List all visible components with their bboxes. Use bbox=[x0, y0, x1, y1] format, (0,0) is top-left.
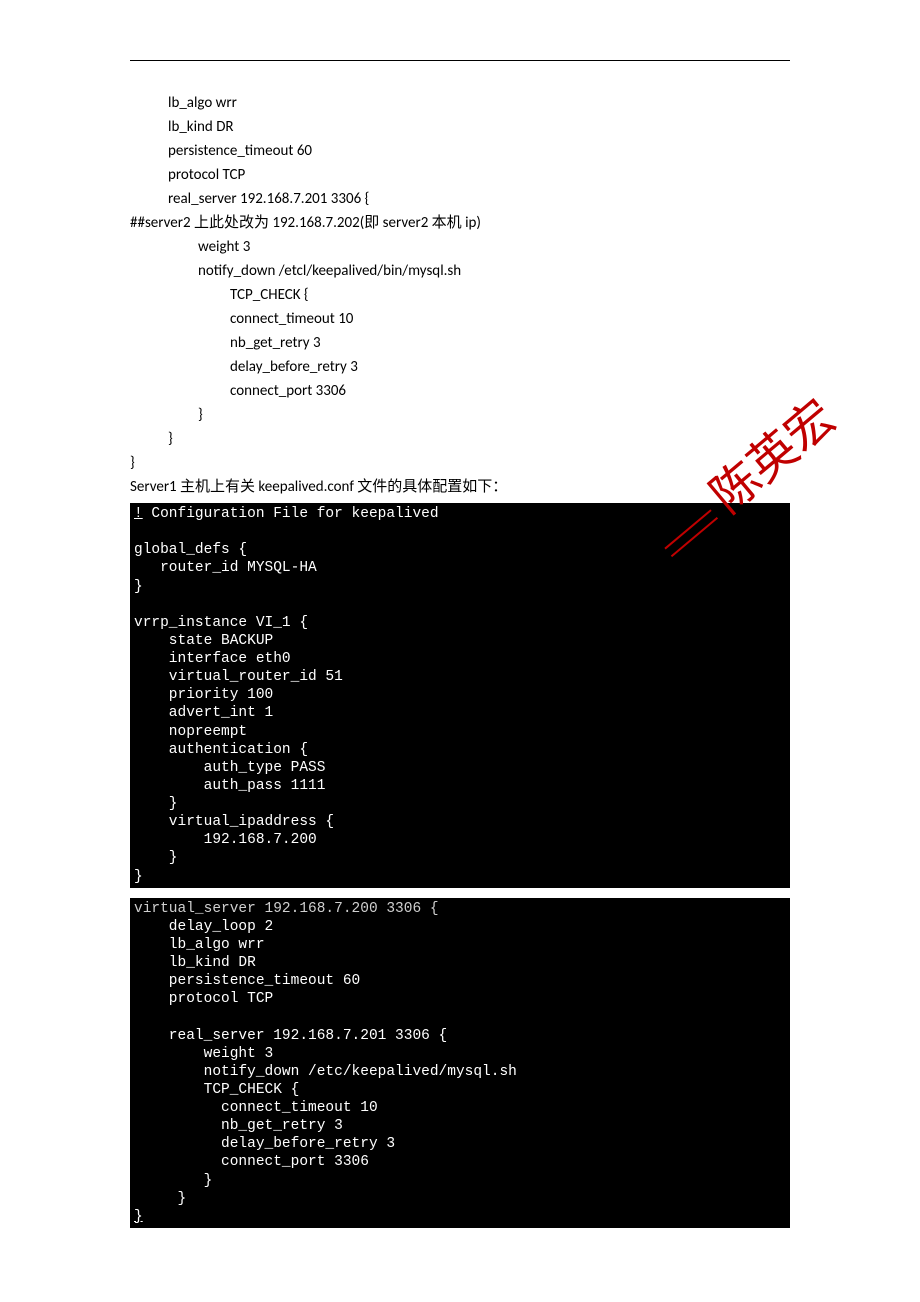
config-line: connect_port 3306 bbox=[130, 379, 790, 403]
caption-text: Server1 主机上有关 keepalived.conf 文件的具体配置如下： bbox=[130, 475, 790, 499]
config-line: lb_kind DR bbox=[130, 115, 790, 139]
term-line: TCP_CHECK { bbox=[134, 1082, 299, 1098]
config-line: real_server 192.168.7.201 3306 { bbox=[130, 187, 790, 211]
config-line: weight 3 bbox=[130, 235, 790, 259]
term-line: virtual_ipaddress { bbox=[134, 814, 334, 830]
term-line: persistence_timeout 60 bbox=[134, 973, 360, 989]
term-line: vrrp_instance VI_1 { bbox=[134, 615, 308, 631]
config-line: TCP_CHECK { bbox=[130, 283, 790, 307]
term-line: } bbox=[134, 796, 178, 812]
term-line: connect_port 3306 bbox=[134, 1154, 369, 1170]
term-line: } bbox=[134, 1173, 212, 1189]
term-line: virtual_router_id 51 bbox=[134, 669, 343, 685]
config-line: } bbox=[130, 427, 790, 451]
term-line: } bbox=[134, 1191, 186, 1207]
config-comment: ##server2 上此处改为 192.168.7.202(即 server2 … bbox=[130, 211, 790, 235]
terminal-block-2: virtual_server 192.168.7.200 3306 { dela… bbox=[130, 898, 790, 1228]
terminal-block-1: ! Configuration File for keepalived glob… bbox=[130, 503, 790, 888]
term-line: } bbox=[134, 850, 178, 866]
config-line: } bbox=[130, 403, 790, 427]
term-line: interface eth0 bbox=[134, 651, 291, 667]
config-line: persistence_timeout 60 bbox=[130, 139, 790, 163]
term-line: priority 100 bbox=[134, 687, 273, 703]
term-line: weight 3 bbox=[134, 1046, 273, 1062]
document-page: lb_algo wrr lb_kind DR persistence_timeo… bbox=[0, 0, 920, 1278]
term-line: } bbox=[134, 1209, 143, 1225]
config-line: protocol TCP bbox=[130, 163, 790, 187]
horizontal-rule bbox=[130, 60, 790, 61]
term-line: delay_before_retry 3 bbox=[134, 1136, 395, 1152]
config-line: nb_get_retry 3 bbox=[130, 331, 790, 355]
term-line: state BACKUP bbox=[134, 633, 273, 649]
term-line: global_defs { bbox=[134, 542, 247, 558]
term-line: authentication { bbox=[134, 742, 308, 758]
term-line bbox=[143, 1209, 761, 1225]
config-line: notify_down /etcl/keepalived/bin/mysql.s… bbox=[130, 259, 790, 283]
config-line: delay_before_retry 3 bbox=[130, 355, 790, 379]
term-line: virtual_server 192.168.7.200 3306 { bbox=[134, 901, 439, 917]
term-line: nopreempt bbox=[134, 724, 247, 740]
term-line: delay_loop 2 bbox=[134, 919, 273, 935]
term-line: protocol TCP bbox=[134, 991, 273, 1007]
config-line: lb_algo wrr bbox=[130, 91, 790, 115]
term-line: 192.168.7.200 bbox=[134, 832, 317, 848]
term-line: connect_timeout 10 bbox=[134, 1100, 378, 1116]
config-line: } bbox=[130, 451, 790, 475]
term-line: } bbox=[134, 579, 143, 595]
term-line: nb_get_retry 3 bbox=[134, 1118, 343, 1134]
term-line: ! bbox=[134, 506, 143, 522]
term-line: lb_algo wrr bbox=[134, 937, 265, 953]
config-line: connect_timeout 10 bbox=[130, 307, 790, 331]
term-line: Configuration File for keepalived bbox=[143, 506, 439, 522]
term-line: advert_int 1 bbox=[134, 705, 273, 721]
config-block: lb_algo wrr lb_kind DR persistence_timeo… bbox=[130, 91, 790, 475]
term-line: notify_down /etc/keepalived/mysql.sh bbox=[134, 1064, 517, 1080]
term-line: router_id MYSQL-HA bbox=[134, 560, 317, 576]
term-line: auth_type PASS bbox=[134, 760, 325, 776]
term-line: lb_kind DR bbox=[134, 955, 256, 971]
term-line: auth_pass 1111 bbox=[134, 778, 325, 794]
term-line: } bbox=[134, 869, 143, 885]
term-line: real_server 192.168.7.201 3306 { bbox=[134, 1028, 447, 1044]
